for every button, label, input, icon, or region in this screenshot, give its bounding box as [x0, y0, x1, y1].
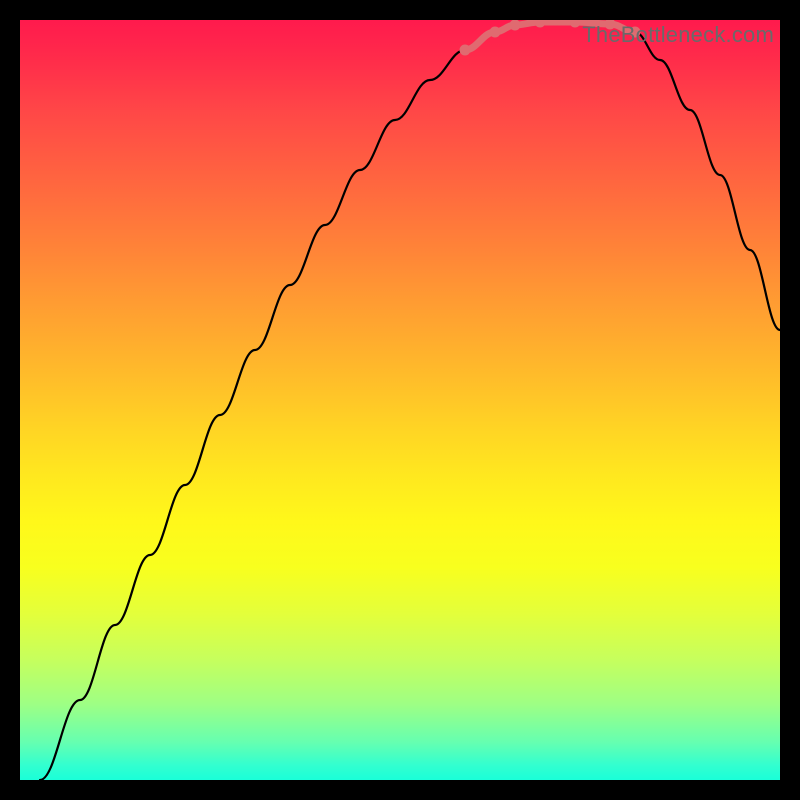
chart-frame: TheBottleneck.com: [20, 20, 780, 780]
gradient-background: [20, 20, 780, 780]
watermark-text: TheBottleneck.com: [582, 22, 774, 48]
